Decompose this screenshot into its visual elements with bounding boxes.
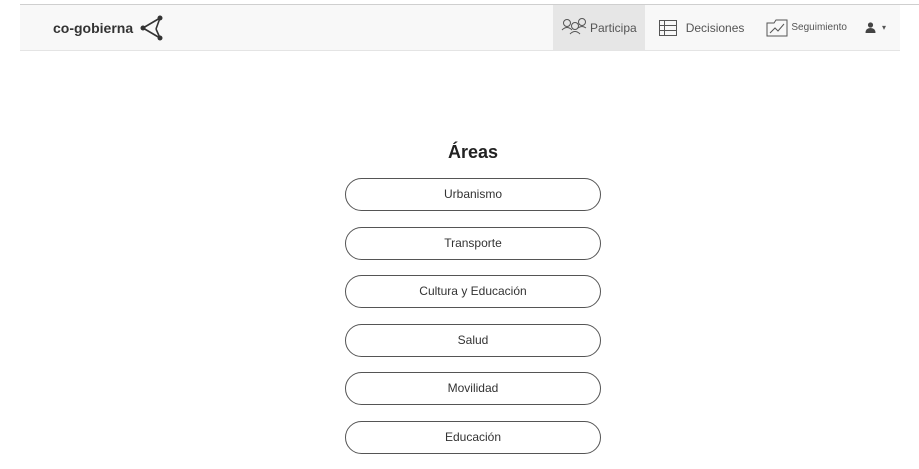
nav-participa[interactable]: Participa: [553, 5, 645, 50]
chart-folder-icon: [766, 19, 788, 36]
area-button-movilidad[interactable]: Movilidad: [345, 372, 601, 405]
area-button-salud[interactable]: Salud: [345, 323, 601, 357]
list-icon: [658, 19, 677, 36]
chevron-down-icon: ▾: [881, 23, 886, 32]
area-button-transporte[interactable]: Transporte: [345, 226, 601, 260]
main-content: Áreas Urbanismo Transporte Cultura y Edu…: [0, 0, 919, 454]
area-button-urbanismo[interactable]: Urbanismo: [345, 178, 601, 211]
nav-participa-label: Participa: [590, 20, 637, 35]
nav-decisiones-label: Decisiones: [685, 20, 745, 35]
nav-seguimiento-label: Seguimiento: [791, 22, 847, 33]
page-title: Áreas: [447, 142, 499, 162]
nav-seguimiento[interactable]: Seguimiento: [752, 5, 855, 50]
user-menu[interactable]: ▾: [855, 5, 900, 50]
network-share-icon: [140, 15, 163, 40]
brand-name: co-gobierna: [53, 19, 134, 36]
brand[interactable]: co-gobierna: [53, 5, 165, 50]
people-group-icon: [561, 17, 587, 34]
nav-menu: Participa Decisiones Seguimiento ▾: [553, 5, 900, 50]
user-icon: [865, 22, 876, 33]
area-button-cultura-educacion[interactable]: Cultura y Educación: [345, 275, 601, 308]
area-button-educacion[interactable]: Educación: [345, 420, 601, 454]
navbar: co-gobierna Participa Decisiones Seguimi…: [20, 5, 900, 51]
area-list: Urbanismo Transporte Cultura y Educación…: [345, 178, 601, 469]
nav-decisiones[interactable]: Decisiones: [645, 5, 753, 50]
